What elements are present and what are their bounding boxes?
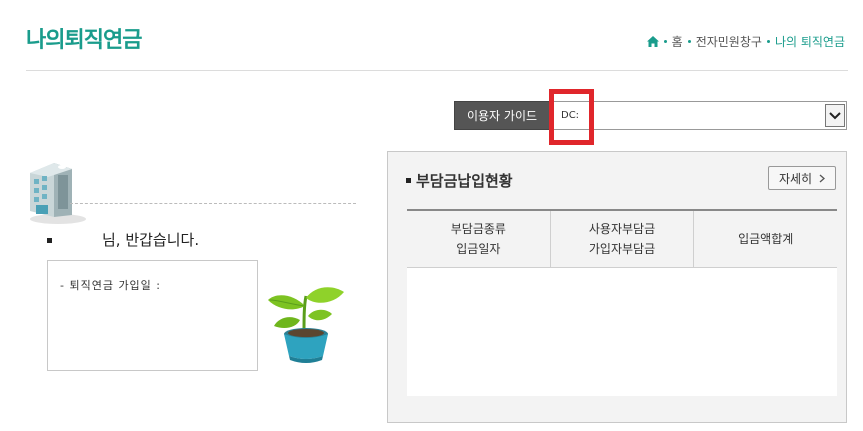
bullet-icon [406,178,411,183]
plant-icon [268,287,344,363]
breadcrumb-home[interactable]: 홈 [672,33,683,50]
home-icon[interactable] [646,36,659,47]
column-header-line: 입금일자 [456,242,501,256]
breadcrumb-civil-service[interactable]: 전자민원창구 [696,33,762,50]
join-info-box: - 퇴직연금 가입일 : [47,260,258,371]
page-title: 나의퇴직연금 [26,28,142,53]
profile-divider [70,203,356,204]
breadcrumb-separator [766,40,770,43]
chevron-down-icon[interactable] [825,104,845,127]
join-date-label: - 퇴직연금 가입일 : [60,279,162,292]
column-header-line: 사용자부담금 [588,222,656,236]
column-header-line: 부담금종류 [450,222,506,236]
chevron-right-icon [819,174,826,182]
user-guide-button[interactable]: 이용자 가이드 [454,101,550,130]
plan-select[interactable]: DC: [550,101,847,130]
breadcrumb: 홈 전자민원창구 나의 퇴직연금 [646,33,845,50]
breadcrumb-separator [687,40,691,43]
detail-button-label: 자세히 [778,171,813,186]
payment-title: 부담금납입현황 [416,172,513,190]
column-header-line: 가입자부담금 [588,242,656,256]
column-header: 입금액합계 [694,211,837,267]
payment-table-header: 부담금종류 입금일자 사용자부담금 가입자부담금 입금액합계 [407,209,837,268]
greeting-text: 님, 반갑습니다. [102,231,200,249]
column-header: 사용자부담금 가입자부담금 [551,211,695,267]
building-icon [30,163,86,224]
column-header: 부담금종류 입금일자 [407,211,551,267]
payment-table-body [407,268,837,396]
header-divider [26,70,848,71]
column-header-line: 입금액합계 [738,232,794,246]
breadcrumb-current: 나의 퇴직연금 [774,35,845,49]
breadcrumb-separator [663,40,667,43]
highlight-box [549,89,594,145]
detail-button[interactable]: 자세히 [768,166,836,190]
bullet-icon [47,238,52,243]
